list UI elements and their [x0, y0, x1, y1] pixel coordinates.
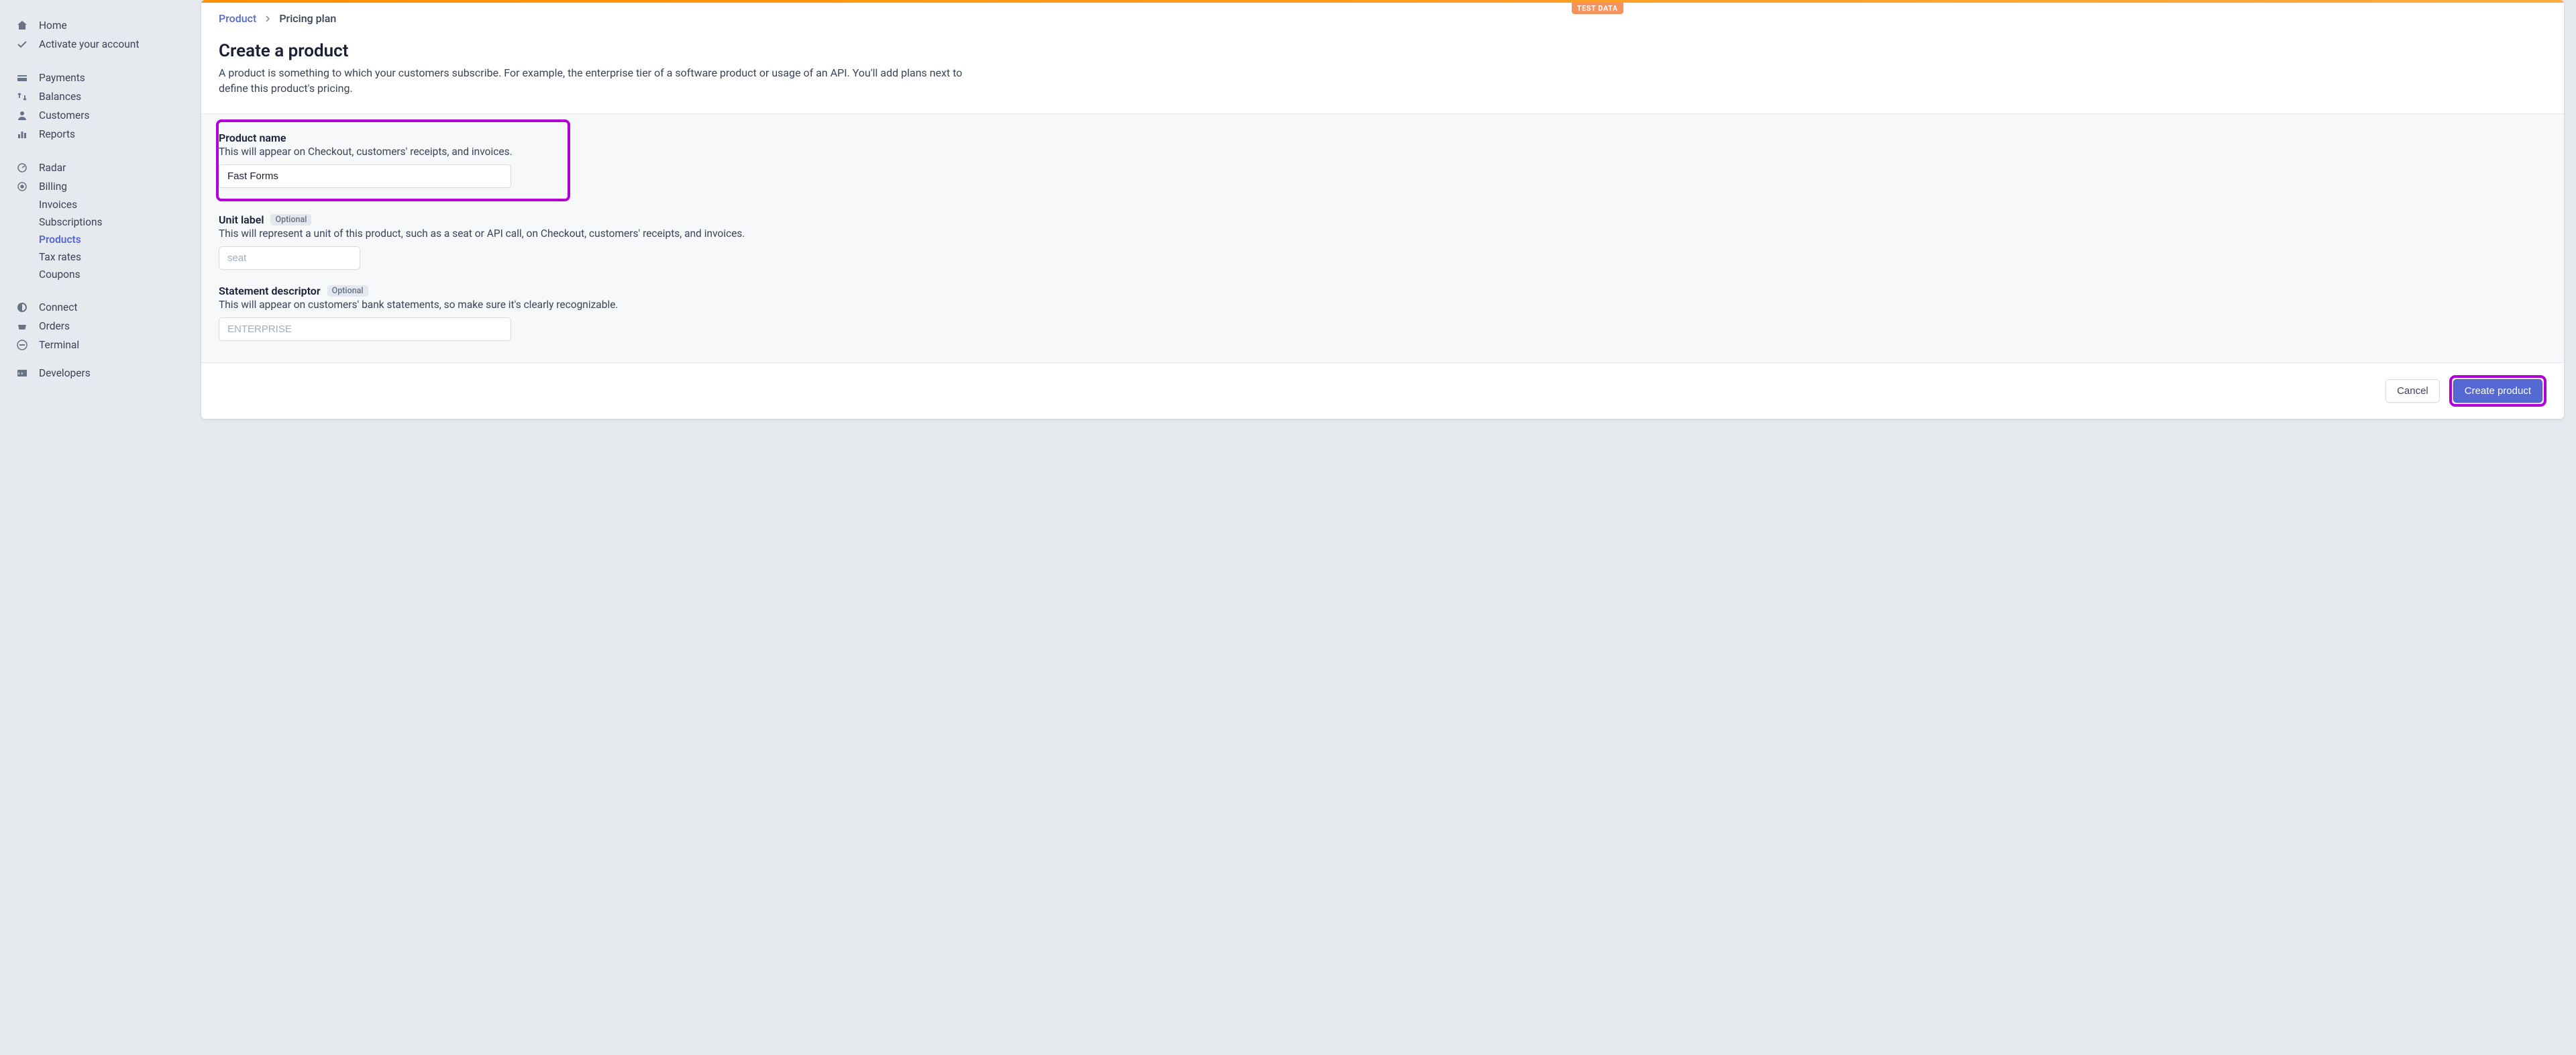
footer-actions: Cancel Create product — [201, 362, 2564, 419]
wallet-icon — [16, 72, 28, 84]
sidebar-item-orders[interactable]: Orders — [0, 317, 201, 336]
chevron-right-icon — [264, 15, 271, 22]
sidebar-item-label: Balances — [39, 91, 81, 103]
product-name-help: This will appear on Checkout, customers'… — [219, 146, 558, 158]
sidebar-subitem-coupons[interactable]: Coupons — [39, 266, 201, 283]
breadcrumb: Product Pricing plan — [219, 12, 336, 25]
product-name-input[interactable] — [219, 164, 511, 188]
breadcrumb-link-product[interactable]: Product — [219, 12, 256, 25]
sidebar-item-label: Developers — [39, 367, 91, 379]
statement-descriptor-input[interactable] — [219, 317, 511, 341]
sidebar-item-customers[interactable]: Customers — [0, 106, 201, 125]
sidebar-item-label: Invoices — [39, 199, 77, 211]
sidebar-item-label: Reports — [39, 128, 75, 140]
home-icon — [16, 19, 28, 32]
basket-icon — [16, 320, 28, 332]
page-description: A product is something to which your cus… — [219, 65, 970, 96]
sidebar-subitem-subscriptions[interactable]: Subscriptions — [39, 213, 201, 231]
highlight-product-name: Product name This will appear on Checkou… — [216, 119, 570, 201]
sidebar-item-reports[interactable]: Reports — [0, 125, 201, 144]
field-product-name: Product name This will appear on Checkou… — [219, 132, 558, 188]
field-statement-descriptor: Statement descriptor Optional This will … — [219, 285, 2546, 341]
sidebar-item-label: Products — [39, 234, 81, 246]
code-icon — [16, 367, 28, 379]
sidebar-item-balances[interactable]: Balances — [0, 87, 201, 106]
sidebar-item-label: Subscriptions — [39, 216, 103, 228]
unit-label-input[interactable] — [219, 246, 360, 270]
transfer-icon — [16, 91, 28, 103]
main-card: TEST DATA Product Pricing plan Create a … — [201, 0, 2564, 419]
sidebar: Home Activate your account Payments Bala… — [0, 0, 201, 430]
terminal-icon — [16, 339, 28, 351]
sidebar-item-payments[interactable]: Payments — [0, 68, 201, 87]
sidebar-subitem-products[interactable]: Products — [39, 231, 201, 248]
unit-label-label: Unit label — [219, 213, 264, 226]
test-data-badge: TEST DATA — [1572, 3, 1623, 14]
highlight-create-product: Create product — [2449, 375, 2546, 407]
check-icon — [16, 38, 28, 50]
sidebar-item-radar[interactable]: Radar — [0, 158, 201, 177]
optional-tag: Optional — [270, 214, 311, 225]
sidebar-item-label: Coupons — [39, 268, 80, 281]
page-title: Create a product — [219, 41, 2546, 61]
sidebar-item-label: Customers — [39, 109, 89, 121]
sidebar-item-label: Terminal — [39, 339, 79, 351]
sidebar-item-label: Radar — [39, 162, 66, 174]
sidebar-item-label: Billing — [39, 181, 67, 193]
billing-icon — [16, 181, 28, 193]
sidebar-item-label: Payments — [39, 72, 85, 84]
unit-label-help: This will represent a unit of this produ… — [219, 228, 2546, 240]
cancel-button[interactable]: Cancel — [2385, 379, 2440, 403]
sidebar-item-label: Connect — [39, 301, 77, 313]
person-icon — [16, 109, 28, 121]
sidebar-subitem-tax-rates[interactable]: Tax rates — [39, 248, 201, 266]
sidebar-item-label: Activate your account — [39, 38, 139, 50]
sidebar-item-terminal[interactable]: Terminal — [0, 336, 201, 354]
breadcrumb-current: Pricing plan — [279, 12, 336, 25]
sidebar-item-label: Home — [39, 19, 67, 32]
statement-descriptor-label: Statement descriptor — [219, 285, 321, 297]
connect-icon — [16, 301, 28, 313]
create-product-button[interactable]: Create product — [2453, 379, 2542, 403]
statement-descriptor-help: This will appear on customers' bank stat… — [219, 299, 2546, 311]
radar-icon — [16, 162, 28, 174]
sidebar-subitem-invoices[interactable]: Invoices — [39, 196, 201, 213]
optional-tag: Optional — [327, 285, 368, 297]
form-area: Product name This will appear on Checkou… — [201, 114, 2564, 362]
sidebar-item-billing[interactable]: Billing — [0, 177, 201, 196]
sidebar-item-connect[interactable]: Connect — [0, 298, 201, 317]
sidebar-item-activate[interactable]: Activate your account — [0, 35, 201, 54]
sidebar-item-developers[interactable]: Developers — [0, 364, 201, 383]
sidebar-item-home[interactable]: Home — [0, 16, 201, 35]
sidebar-item-label: Orders — [39, 320, 70, 332]
product-name-label: Product name — [219, 132, 286, 144]
sidebar-item-label: Tax rates — [39, 251, 81, 263]
field-unit-label: Unit label Optional This will represent … — [219, 213, 2546, 270]
chart-icon — [16, 128, 28, 140]
